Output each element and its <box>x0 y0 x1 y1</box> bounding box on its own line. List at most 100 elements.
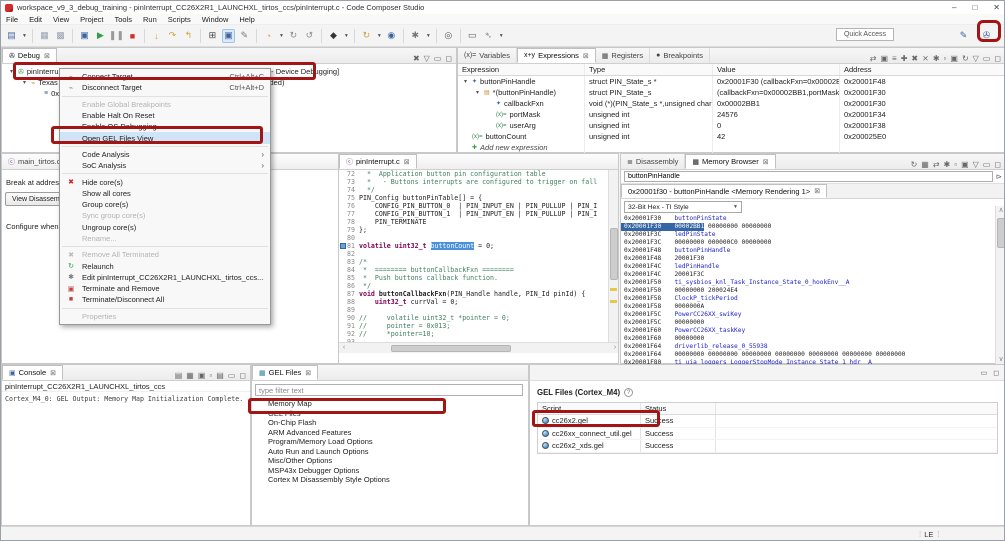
gel-option-on-chip-flash[interactable]: On-Chip Flash <box>252 418 528 428</box>
tab-registers[interactable]: ▦Registers <box>596 48 650 63</box>
pin-icon[interactable]: ➴ <box>482 29 495 43</box>
debug-tool-icon[interactable]: ✖ <box>413 54 420 63</box>
refresh-icon[interactable]: ↻ <box>360 29 373 43</box>
menu-file[interactable]: File <box>6 15 18 24</box>
console-tool-icon[interactable]: ◻ <box>239 371 246 380</box>
minimize-icon[interactable]: ▭ <box>981 369 988 377</box>
memory-go-icon[interactable]: ⊳ <box>996 172 1002 181</box>
registers-grid-icon[interactable]: ⊞ <box>206 29 219 43</box>
memory-tool-icon[interactable]: ▽ <box>973 160 979 169</box>
expr-tool-icon[interactable]: ▽ <box>973 54 979 63</box>
profile-clock-icon[interactable]: ◔ <box>262 29 275 43</box>
column-header-expression[interactable]: Expression <box>458 64 585 75</box>
memory-address-input[interactable] <box>624 171 993 182</box>
menu-window[interactable]: Window <box>202 15 229 24</box>
code-editor[interactable]: 72 * Application button pin configuratio… <box>339 170 618 353</box>
gel-option-program-memory-load-options[interactable]: Program/Memory Load Options <box>252 437 528 447</box>
menu-item-enable-halt-on-reset[interactable]: Enable Halt On Reset <box>60 110 270 121</box>
expression-row[interactable]: ▾▤*(buttonPinHandle)struct PIN_State_s(c… <box>458 87 1005 98</box>
debug-tool-icon[interactable]: ▭ <box>434 54 442 63</box>
memory-tool-icon[interactable]: ✱ <box>944 160 951 169</box>
menu-item-relaunch[interactable]: ↻Relaunch <box>60 260 270 271</box>
menu-item-soc-analysis[interactable]: SoC Analysis› <box>60 160 270 171</box>
editor-vscrollbar[interactable] <box>608 170 618 342</box>
menu-tools[interactable]: Tools <box>115 15 133 24</box>
console-tool-icon[interactable]: ▦ <box>186 371 194 380</box>
menu-scripts[interactable]: Scripts <box>168 15 191 24</box>
memory-tool-icon[interactable]: ◻ <box>994 160 1001 169</box>
gel-option-msp43x-debugger-options[interactable]: MSP43x Debugger Options <box>252 466 528 476</box>
tab-pininterrupt-c[interactable]: ⓒ pinInterrupt.c⊠ <box>339 154 417 169</box>
debug-tool-icon[interactable]: ◻ <box>445 54 452 63</box>
gel-option-misc-other-options[interactable]: Misc/Other Options <box>252 456 528 466</box>
target-sync-icon[interactable]: ◉ <box>385 29 398 43</box>
expr-tool-icon[interactable]: ▭ <box>983 54 991 63</box>
expression-row[interactable]: ✚Add new expression <box>458 142 1005 153</box>
console-tool-icon[interactable]: ▣ <box>198 371 206 380</box>
console-tool-icon[interactable]: ▤ <box>175 371 183 380</box>
help-icon[interactable]: ? <box>624 388 633 397</box>
close-icon[interactable]: ⊠ <box>305 369 311 377</box>
memory-tool-icon[interactable]: ▦ <box>921 160 929 169</box>
menu-item-sync-group-core-s[interactable]: Sync group core(s) <box>60 210 270 221</box>
windows-icon[interactable]: ▭ <box>466 29 479 43</box>
menu-item-disconnect-target[interactable]: ⌁Disconnect TargetCtrl+Alt+D <box>60 82 270 93</box>
search-icon[interactable]: ◎ <box>442 29 455 43</box>
close-icon[interactable]: ⊠ <box>814 187 820 195</box>
expr-tool-icon[interactable]: ⇄ <box>870 54 877 63</box>
chevron-down-icon[interactable]: ▼ <box>279 33 284 39</box>
memory-tool-icon[interactable]: ▣ <box>961 160 969 169</box>
terminate-icon[interactable]: ■ <box>126 29 139 43</box>
expression-row[interactable]: (x)=portMaskunsigned int245760x20001F34 <box>458 109 1005 120</box>
console-tool-icon[interactable]: ▫ <box>209 371 212 380</box>
highlight-view-icon[interactable]: ▣ <box>222 29 235 43</box>
maximize-icon[interactable]: ◻ <box>993 369 999 377</box>
menu-item-terminate-and-remove[interactable]: ▣Terminate and Remove <box>60 283 270 294</box>
restore-left-icon[interactable]: ↻ <box>287 29 300 43</box>
tab-variables[interactable]: (x)=Variables <box>458 48 517 63</box>
memory-format-select[interactable]: 32-Bit Hex - TI Style▼ <box>624 201 742 213</box>
expr-tool-icon[interactable]: ▣ <box>950 54 958 63</box>
tab-expressions[interactable]: x+yExpressions⊠ <box>517 48 596 63</box>
tab-memory-browser[interactable]: ▦Memory Browser⊠ <box>685 154 775 169</box>
quick-access-box[interactable]: Quick Access <box>836 28 894 41</box>
gel-option-auto-run-and-launch-options[interactable]: Auto Run and Launch Options <box>252 447 528 457</box>
close-button[interactable]: ✕ <box>993 3 1000 12</box>
close-icon[interactable]: ⊠ <box>44 52 50 60</box>
tab-debug[interactable]: ✇ Debug⊠ <box>2 48 57 63</box>
chevron-down-icon[interactable]: ▼ <box>22 33 27 39</box>
gel-script-row[interactable]: cc26xx_connect_util.gelSuccess <box>538 428 997 441</box>
restore-right-icon[interactable]: ↺ <box>303 29 316 43</box>
column-header-type[interactable]: Type <box>585 64 713 75</box>
ccs-edit-perspective[interactable]: ✎ <box>956 28 971 42</box>
debug-tool-icon[interactable]: ▽ <box>424 54 430 63</box>
menu-item-group-core-s[interactable]: Group core(s) <box>60 199 270 210</box>
tab-breakpoints[interactable]: ●Breakpoints <box>650 48 710 63</box>
menu-item-ungroup-core-s[interactable]: Ungroup core(s) <box>60 222 270 233</box>
chevron-down-icon[interactable]: ▼ <box>426 33 431 39</box>
gel-script-row[interactable]: cc26x2_xds.gelSuccess <box>538 440 997 453</box>
memory-tool-icon[interactable]: ▭ <box>983 160 991 169</box>
expression-row[interactable]: (x)=userArgunsigned int00x20001F38 <box>458 120 1005 131</box>
menu-item-rename[interactable]: Rename... <box>60 233 270 244</box>
console-tool-icon[interactable]: ▤ <box>216 371 224 380</box>
save-icon[interactable]: ▦ <box>38 29 51 43</box>
debug-config-icon[interactable]: ▣ <box>78 29 91 43</box>
memory-scrollbar[interactable]: ∧ ∨ <box>995 206 1005 365</box>
chevron-down-icon[interactable]: ▼ <box>377 33 382 39</box>
memory-dump[interactable]: 0x20001F30 buttonPinState0x20001F30 0000… <box>621 215 1005 367</box>
expr-tool-icon[interactable]: ↻ <box>962 54 969 63</box>
expr-tool-icon[interactable]: ✖ <box>911 54 918 63</box>
expr-tool-icon[interactable]: ⨯ <box>922 54 929 63</box>
suspend-icon[interactable]: ❚❚ <box>110 29 123 43</box>
step-return-icon[interactable]: ↰ <box>182 29 195 43</box>
tab-memory-rendering[interactable]: 0x20001f30 - buttonPinHandle <Memory Ren… <box>621 184 827 198</box>
column-header-address[interactable]: Address <box>840 64 1005 75</box>
menu-item-hide-core-s[interactable]: ✖Hide core(s) <box>60 176 270 187</box>
gel-option-arm-advanced-features[interactable]: ARM Advanced Features <box>252 428 528 438</box>
menu-project[interactable]: Project <box>80 15 103 24</box>
memory-tool-icon[interactable]: ↻ <box>911 160 918 169</box>
tab-main-tirtos-c[interactable]: ⓒmain_tirtos.c <box>2 154 68 169</box>
menu-help[interactable]: Help <box>239 15 254 24</box>
expr-tool-icon[interactable]: ✱ <box>933 54 940 63</box>
